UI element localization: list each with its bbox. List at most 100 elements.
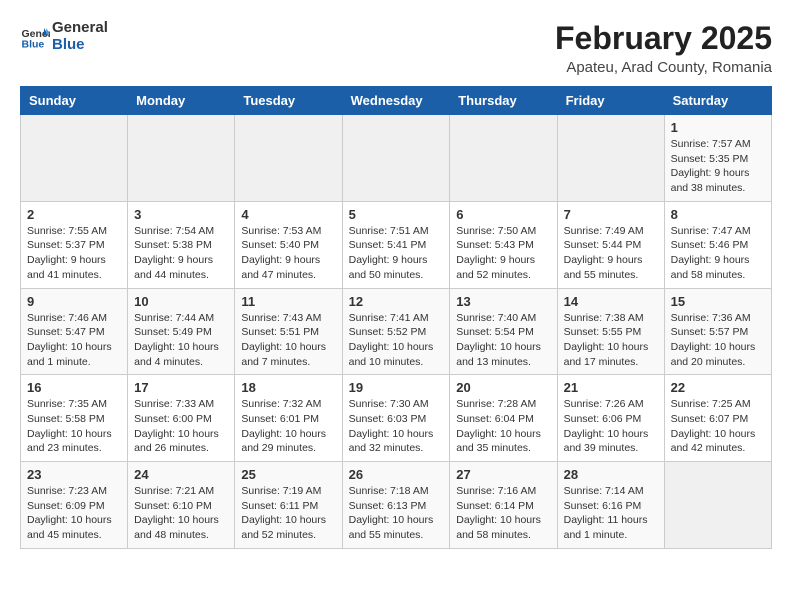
logo: General Blue General Blue [20,20,108,53]
calendar-cell [235,115,342,202]
calendar-cell [21,115,128,202]
day-number: 23 [27,467,121,482]
main-title: February 2025 [555,20,772,57]
week-row-1: 2 Sunrise: 7:55 AM Sunset: 5:37 PM Daylig… [21,201,772,288]
week-row-3: 16 Sunrise: 7:35 AM Sunset: 5:58 PM Dayli… [21,375,772,462]
calendar-cell: 20 Sunrise: 7:28 AM Sunset: 6:04 PM Dayli… [450,375,557,462]
day-number: 18 [241,380,335,395]
day-number: 16 [27,380,121,395]
calendar-cell: 2 Sunrise: 7:55 AM Sunset: 5:37 PM Daylig… [21,201,128,288]
calendar-cell: 21Sunrise: 7:26 AM Sunset: 6:06 PM Dayli… [557,375,664,462]
day-info: Sunrise: 7:41 AM Sunset: 5:52 PM Dayligh… [349,311,444,370]
calendar-cell [664,462,771,549]
calendar-cell: 24Sunrise: 7:21 AM Sunset: 6:10 PM Dayli… [128,462,235,549]
calendar-cell: 8Sunrise: 7:47 AM Sunset: 5:46 PM Daylig… [664,201,771,288]
day-number: 15 [671,294,765,309]
day-number: 26 [349,467,444,482]
calendar-cell: 28Sunrise: 7:14 AM Sunset: 6:16 PM Dayli… [557,462,664,549]
week-row-0: 1Sunrise: 7:57 AM Sunset: 5:35 PM Daylig… [21,115,772,202]
day-info: Sunrise: 7:49 AM Sunset: 5:44 PM Dayligh… [564,224,658,283]
calendar-cell: 6 Sunrise: 7:50 AM Sunset: 5:43 PM Daylig… [450,201,557,288]
logo-general-text: General [52,20,108,37]
svg-text:Blue: Blue [22,38,45,50]
day-number: 27 [456,467,550,482]
calendar-cell: 15 Sunrise: 7:36 AM Sunset: 5:57 PM Dayli… [664,288,771,375]
day-number: 10 [134,294,228,309]
calendar-cell: 4 Sunrise: 7:53 AM Sunset: 5:40 PM Daylig… [235,201,342,288]
day-number: 17 [134,380,228,395]
title-block: February 2025 Apateu, Arad County, Roman… [555,20,772,76]
day-number: 6 [456,207,550,222]
day-number: 2 [27,207,121,222]
day-info: Sunrise: 7:25 AM Sunset: 6:07 PM Dayligh… [671,397,765,456]
day-number: 3 [134,207,228,222]
day-info: Sunrise: 7:51 AM Sunset: 5:41 PM Dayligh… [349,224,444,283]
subtitle: Apateu, Arad County, Romania [555,59,772,76]
day-number: 25 [241,467,335,482]
header-tuesday: Tuesday [235,87,342,115]
day-info: Sunrise: 7:26 AM Sunset: 6:06 PM Dayligh… [564,397,658,456]
calendar-cell: 9Sunrise: 7:46 AM Sunset: 5:47 PM Daylig… [21,288,128,375]
calendar-cell: 5 Sunrise: 7:51 AM Sunset: 5:41 PM Daylig… [342,201,450,288]
day-info: Sunrise: 7:30 AM Sunset: 6:03 PM Dayligh… [349,397,444,456]
calendar-cell [128,115,235,202]
calendar-cell: 17Sunrise: 7:33 AM Sunset: 6:00 PM Dayli… [128,375,235,462]
day-number: 22 [671,380,765,395]
day-info: Sunrise: 7:55 AM Sunset: 5:37 PM Dayligh… [27,224,121,283]
day-number: 5 [349,207,444,222]
week-row-4: 23 Sunrise: 7:23 AM Sunset: 6:09 PM Dayli… [21,462,772,549]
calendar-cell: 7 Sunrise: 7:49 AM Sunset: 5:44 PM Daylig… [557,201,664,288]
calendar-cell: 18Sunrise: 7:32 AM Sunset: 6:01 PM Dayli… [235,375,342,462]
calendar-cell: 10 Sunrise: 7:44 AM Sunset: 5:49 PM Dayli… [128,288,235,375]
calendar-cell: 25 Sunrise: 7:19 AM Sunset: 6:11 PM Dayli… [235,462,342,549]
day-number: 4 [241,207,335,222]
day-number: 20 [456,380,550,395]
day-number: 9 [27,294,121,309]
day-info: Sunrise: 7:40 AM Sunset: 5:54 PM Dayligh… [456,311,550,370]
day-number: 11 [241,294,335,309]
calendar-cell: 11 Sunrise: 7:43 AM Sunset: 5:51 PM Dayli… [235,288,342,375]
week-row-2: 9Sunrise: 7:46 AM Sunset: 5:47 PM Daylig… [21,288,772,375]
header-thursday: Thursday [450,87,557,115]
day-info: Sunrise: 7:53 AM Sunset: 5:40 PM Dayligh… [241,224,335,283]
day-number: 13 [456,294,550,309]
day-info: Sunrise: 7:36 AM Sunset: 5:57 PM Dayligh… [671,311,765,370]
logo-blue-text: Blue [52,37,108,54]
calendar-cell: 13 Sunrise: 7:40 AM Sunset: 5:54 PM Dayli… [450,288,557,375]
header-wednesday: Wednesday [342,87,450,115]
day-info: Sunrise: 7:54 AM Sunset: 5:38 PM Dayligh… [134,224,228,283]
day-info: Sunrise: 7:19 AM Sunset: 6:11 PM Dayligh… [241,484,335,543]
calendar-table: SundayMondayTuesdayWednesdayThursdayFrid… [20,86,772,549]
calendar-cell [557,115,664,202]
day-number: 19 [349,380,444,395]
day-info: Sunrise: 7:14 AM Sunset: 6:16 PM Dayligh… [564,484,658,543]
day-info: Sunrise: 7:38 AM Sunset: 5:55 PM Dayligh… [564,311,658,370]
day-info: Sunrise: 7:23 AM Sunset: 6:09 PM Dayligh… [27,484,121,543]
header-friday: Friday [557,87,664,115]
day-info: Sunrise: 7:28 AM Sunset: 6:04 PM Dayligh… [456,397,550,456]
day-number: 14 [564,294,658,309]
calendar-cell: 23 Sunrise: 7:23 AM Sunset: 6:09 PM Dayli… [21,462,128,549]
day-info: Sunrise: 7:43 AM Sunset: 5:51 PM Dayligh… [241,311,335,370]
day-info: Sunrise: 7:57 AM Sunset: 5:35 PM Dayligh… [671,137,765,196]
calendar-cell: 14 Sunrise: 7:38 AM Sunset: 5:55 PM Dayli… [557,288,664,375]
day-info: Sunrise: 7:44 AM Sunset: 5:49 PM Dayligh… [134,311,228,370]
page-header: General Blue General Blue February 2025 … [20,20,772,76]
calendar-cell: 26 Sunrise: 7:18 AM Sunset: 6:13 PM Dayli… [342,462,450,549]
calendar-cell [342,115,450,202]
day-info: Sunrise: 7:18 AM Sunset: 6:13 PM Dayligh… [349,484,444,543]
day-info: Sunrise: 7:35 AM Sunset: 5:58 PM Dayligh… [27,397,121,456]
day-number: 8 [671,207,765,222]
calendar-header-row: SundayMondayTuesdayWednesdayThursdayFrid… [21,87,772,115]
day-info: Sunrise: 7:16 AM Sunset: 6:14 PM Dayligh… [456,484,550,543]
header-monday: Monday [128,87,235,115]
calendar-cell [450,115,557,202]
day-info: Sunrise: 7:50 AM Sunset: 5:43 PM Dayligh… [456,224,550,283]
calendar-cell: 12Sunrise: 7:41 AM Sunset: 5:52 PM Dayli… [342,288,450,375]
calendar-cell: 1Sunrise: 7:57 AM Sunset: 5:35 PM Daylig… [664,115,771,202]
day-number: 7 [564,207,658,222]
calendar-cell: 16 Sunrise: 7:35 AM Sunset: 5:58 PM Dayli… [21,375,128,462]
calendar-cell: 3 Sunrise: 7:54 AM Sunset: 5:38 PM Daylig… [128,201,235,288]
calendar-cell: 27 Sunrise: 7:16 AM Sunset: 6:14 PM Dayli… [450,462,557,549]
calendar-cell: 19 Sunrise: 7:30 AM Sunset: 6:03 PM Dayli… [342,375,450,462]
